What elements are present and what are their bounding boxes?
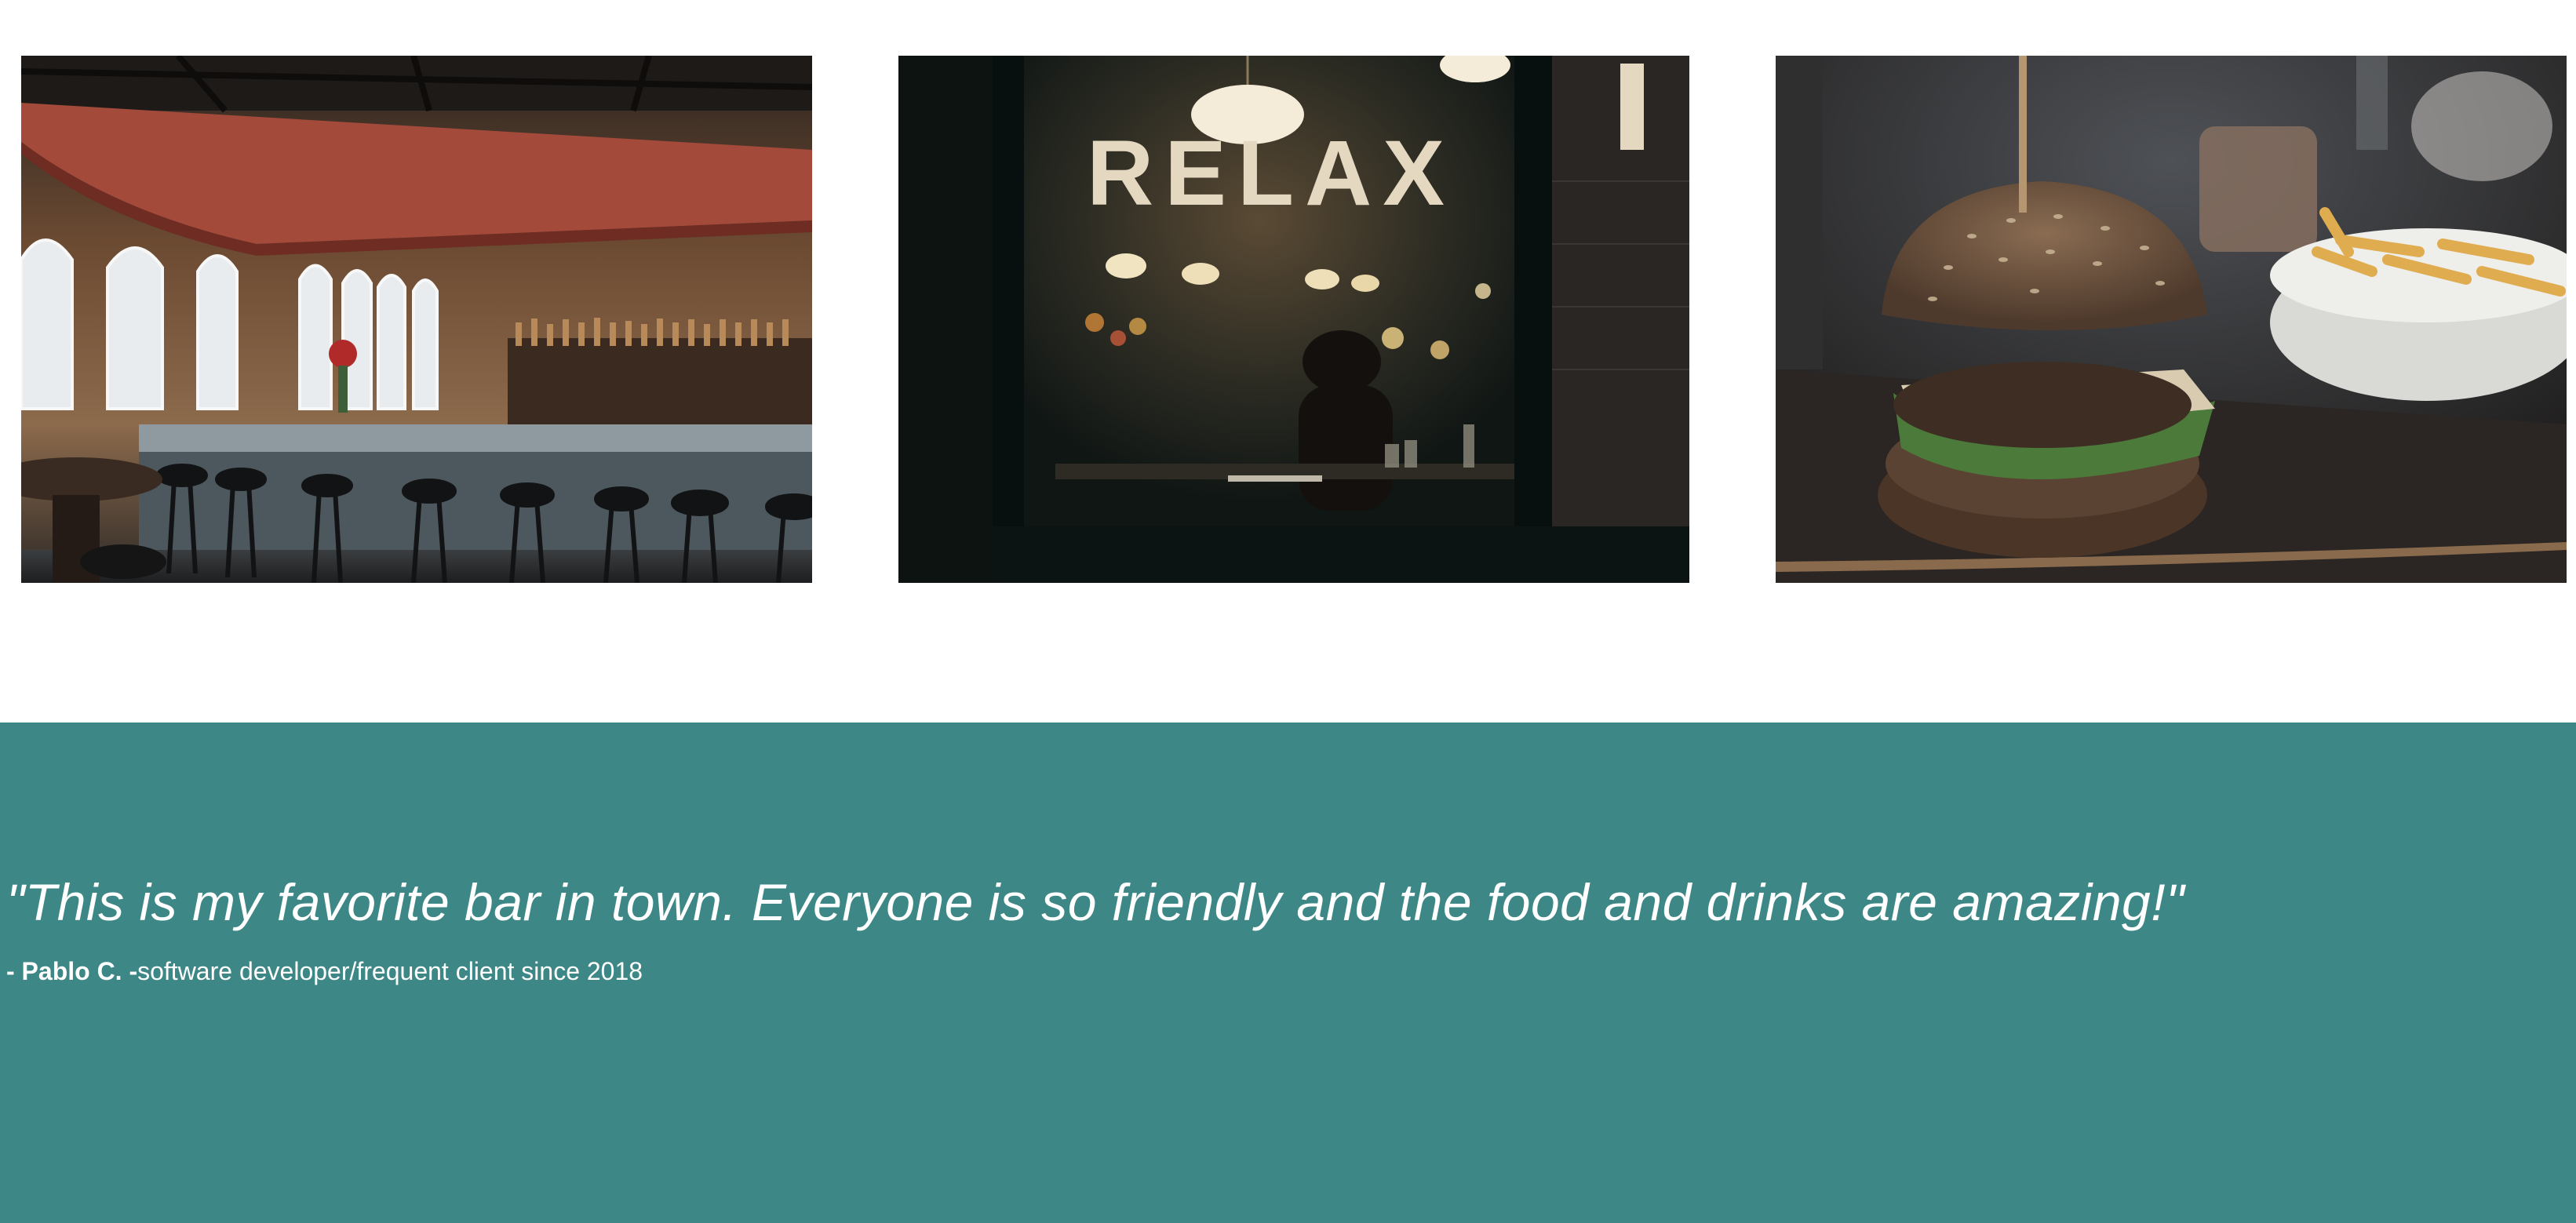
testimonial-attribution: - Pablo C. -software developer/frequent … <box>6 957 643 986</box>
burger-photo <box>1776 56 2567 583</box>
bar-interior-photo <box>21 56 812 583</box>
testimonial-role: software developer/frequent client since… <box>137 957 643 985</box>
bar-window-photo: RELAX <box>898 56 1689 583</box>
bar-window-image: RELAX <box>898 56 1689 583</box>
testimonial-author: - Pablo C. - <box>6 957 138 985</box>
photo-gallery: RELAX <box>0 0 2576 723</box>
relax-sign-text: RELAX <box>1087 122 1456 225</box>
bar-interior-image <box>21 56 812 583</box>
burger-image <box>1776 56 2567 583</box>
testimonial-quote: "This is my favorite bar in town. Everyo… <box>6 873 2184 931</box>
